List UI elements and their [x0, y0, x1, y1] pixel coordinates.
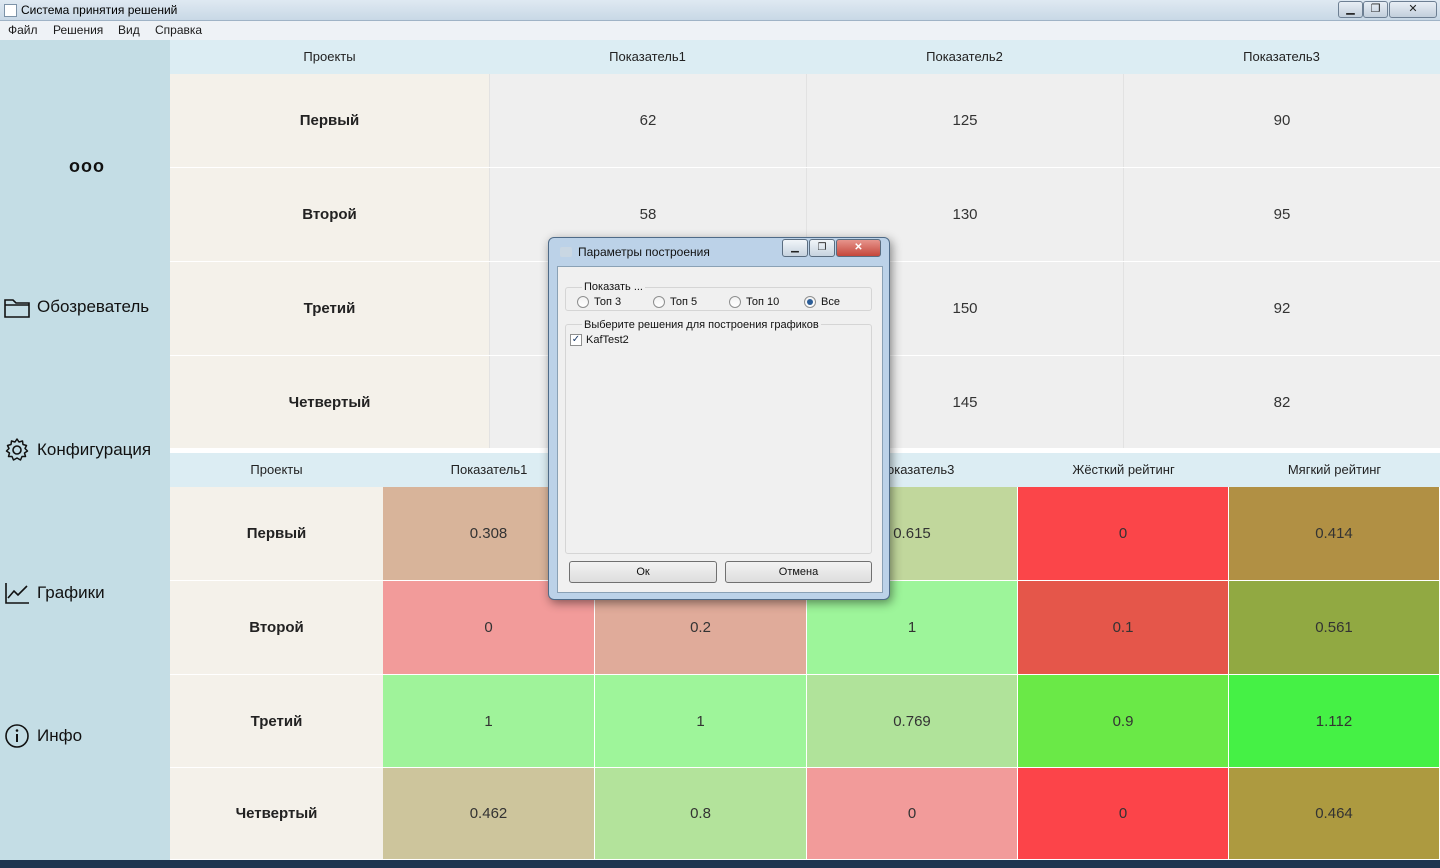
- ok-button[interactable]: Ок: [569, 561, 717, 583]
- radio-label: Топ 3: [594, 296, 622, 308]
- radio-circle[interactable]: [804, 296, 816, 308]
- radio-all[interactable]: Все: [804, 296, 840, 308]
- sidebar-item-label: Обозреватель: [37, 297, 150, 316]
- chart-icon: [5, 583, 29, 604]
- table-header: Проекты: [170, 40, 489, 74]
- dialog-icon: [560, 247, 572, 257]
- radio-label: Топ 10: [746, 296, 780, 308]
- checkbox-label: KafTest2: [586, 334, 629, 346]
- sidebar-item-label: Инфо: [37, 726, 83, 745]
- table-header: Показатель1: [489, 40, 806, 74]
- info-icon: [5, 724, 29, 748]
- solutions-group-title: Выберите решения для построения графиков: [582, 319, 821, 331]
- table-row-name[interactable]: Первый: [170, 74, 489, 167]
- table-row-name[interactable]: Четвертый: [170, 356, 489, 448]
- table-cell[interactable]: 92: [1123, 262, 1440, 355]
- table-header: Жёсткий рейтинг: [1018, 453, 1229, 487]
- table-header: Проекты: [170, 453, 383, 487]
- radio-top5[interactable]: Топ 5: [653, 296, 697, 308]
- table-header: Показатель2: [806, 40, 1123, 74]
- dialog-maximize-button[interactable]: ❐: [809, 239, 835, 257]
- table-row-name[interactable]: Четвертый: [170, 768, 383, 859]
- rating-cell[interactable]: 1.112: [1229, 675, 1439, 767]
- table-header: Показатель3: [1123, 40, 1440, 74]
- table-row-name[interactable]: Второй: [170, 581, 383, 674]
- checkbox[interactable]: ✓: [570, 334, 582, 346]
- maximize-button[interactable]: ❐: [1363, 1, 1388, 18]
- show-group-title: Показать ...: [582, 281, 645, 293]
- rating-cell[interactable]: 0: [1018, 487, 1228, 580]
- rating-cell[interactable]: 0.462: [383, 768, 594, 859]
- sidebar-item-charts[interactable]: Графики: [3, 578, 105, 608]
- sidebar-item-label: Конфигурация: [37, 440, 152, 459]
- radio-top3[interactable]: Топ 3: [577, 296, 621, 308]
- table-header: Мягкий рейтинг: [1229, 453, 1440, 487]
- table-row-name[interactable]: Второй: [170, 168, 489, 261]
- close-button[interactable]: ✕: [1389, 1, 1437, 18]
- minimize-button[interactable]: ▁: [1338, 1, 1363, 18]
- rating-cell[interactable]: 0.464: [1229, 768, 1439, 859]
- table-cell[interactable]: 82: [1123, 356, 1440, 448]
- dialog-minimize-button[interactable]: ▁: [782, 239, 808, 257]
- table-cell[interactable]: 125: [806, 74, 1123, 167]
- rating-cell[interactable]: 0: [807, 768, 1017, 859]
- table-row-name[interactable]: Первый: [170, 487, 383, 580]
- window-title: Система принятия решений: [21, 3, 178, 17]
- rating-cell[interactable]: 0.769: [807, 675, 1017, 767]
- menu-file[interactable]: Файл: [8, 23, 38, 37]
- folder-icon: [4, 299, 30, 318]
- radio-label: Топ 5: [670, 296, 698, 308]
- window-titlebar: Система принятия решений ▁ ❐ ✕: [0, 0, 1440, 21]
- rating-cell[interactable]: 0.561: [1229, 581, 1439, 674]
- menu-help[interactable]: Справка: [155, 23, 202, 37]
- more-button[interactable]: ooo: [69, 156, 105, 177]
- dialog-close-button[interactable]: ✕: [836, 239, 881, 257]
- sidebar-item-explorer[interactable]: Обозреватель: [3, 292, 149, 322]
- rating-cell[interactable]: 1: [595, 675, 806, 767]
- sidebar-item-info[interactable]: Инфо: [3, 721, 82, 751]
- rating-cell[interactable]: 0.9: [1018, 675, 1228, 767]
- menu-view[interactable]: Вид: [118, 23, 140, 37]
- table-cell[interactable]: 90: [1123, 74, 1440, 167]
- sidebar-item-label: Графики: [37, 583, 105, 602]
- sidebar-item-configuration[interactable]: Конфигурация: [3, 435, 151, 465]
- table-row-name[interactable]: Третий: [170, 675, 383, 767]
- gear-icon: [5, 438, 29, 461]
- radio-top10[interactable]: Топ 10: [729, 296, 779, 308]
- menu-bar: Файл Решения Вид Справка: [0, 21, 1440, 40]
- table-cell[interactable]: 62: [489, 74, 806, 167]
- dialog-body: Показать ... Топ 3 Топ 5 Топ 10 Все Выбе…: [557, 266, 883, 593]
- radio-circle[interactable]: [653, 296, 665, 308]
- rating-cell[interactable]: 1: [383, 675, 594, 767]
- solution-checkbox-item[interactable]: ✓ KafTest2: [570, 334, 629, 346]
- solutions-group: [565, 324, 872, 554]
- dialog-title: Параметры построения: [578, 245, 710, 259]
- table-row-name[interactable]: Третий: [170, 262, 489, 355]
- radio-circle[interactable]: [577, 296, 589, 308]
- rating-cell[interactable]: 0.8: [595, 768, 806, 859]
- cancel-button[interactable]: Отмена: [725, 561, 872, 583]
- menu-decisions[interactable]: Решения: [53, 23, 103, 37]
- radio-circle[interactable]: [729, 296, 741, 308]
- taskbar: [0, 860, 1440, 868]
- build-params-dialog: Параметры построения ▁ ❐ ✕ Показать ... …: [548, 237, 890, 600]
- table-cell[interactable]: 95: [1123, 168, 1440, 261]
- app-icon: [4, 4, 17, 17]
- sidebar: ooo Обозреватель Конфигурация Графики Ин…: [0, 40, 170, 860]
- rating-cell[interactable]: 0.1: [1018, 581, 1228, 674]
- radio-label: Все: [821, 296, 840, 308]
- rating-cell[interactable]: 0: [1018, 768, 1228, 859]
- rating-cell[interactable]: 0.414: [1229, 487, 1439, 580]
